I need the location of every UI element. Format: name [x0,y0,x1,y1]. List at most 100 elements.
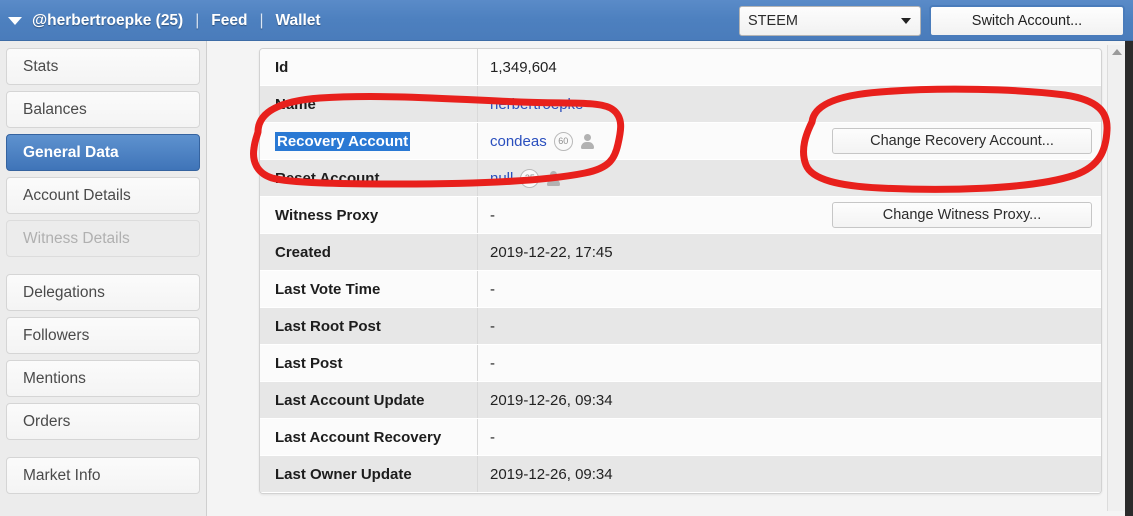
vertical-scrollbar[interactable] [1107,45,1125,511]
table-row-label-text: Last Account Update [275,391,425,409]
table-row-value: - [478,271,831,307]
table-row-value: 2019-12-26, 09:34 [478,456,831,492]
wallet-link[interactable]: Wallet [275,12,320,30]
main-content: Id 1,349,604 Name herbertroepke Recovery Acc… [207,41,1133,516]
sidebar: Stats Balances General Data Account Details… [0,41,207,516]
table-row: Last Account Recovery - [260,419,1101,456]
topbar-separator-1: | [195,11,200,29]
table-row-action [831,456,1101,492]
caret-down-icon[interactable] [8,16,22,25]
table-row-label-text: Last Vote Time [275,280,381,298]
table-row-label-text: Last Account Recovery [275,428,442,446]
network-select[interactable]: STEEM [739,5,921,36]
table-row-label: Name [260,86,478,122]
table-row: Last Vote Time - [260,271,1101,308]
table-row-label: Witness Proxy [260,197,478,233]
sidebar-item-balances[interactable]: Balances [6,91,200,128]
table-row-value: 2019-12-22, 17:45 [478,234,831,270]
table-row-action [831,308,1101,344]
table-row-action: Change Witness Proxy... [831,197,1101,233]
table-row-action [831,49,1101,85]
chevron-down-icon [901,17,911,24]
table-row-label: Last Root Post [260,308,478,344]
account-name-label[interactable]: @herbertroepke (25) [32,12,183,30]
table-row-value: - [478,419,831,455]
table-row-value-text: herbertroepke [490,95,584,113]
switch-account-button[interactable]: Switch Account... [929,4,1125,37]
app-window: @herbertroepke (25) | Feed | Wallet STEE… [0,0,1133,516]
table-row-label-text: Witness Proxy [275,206,379,224]
change-recovery-account-button[interactable]: Change Recovery Account... [832,128,1092,154]
table-row-value-text: condeas [490,132,547,150]
table-row-label: Reset Account [260,160,478,196]
switch-account-label: Switch Account... [971,12,1083,29]
table-row-value: - [478,308,831,344]
table-row: Created 2019-12-22, 17:45 [260,234,1101,271]
table-row-label: Created [260,234,478,270]
user-avatar-icon [546,170,561,186]
table-row-action [831,271,1101,307]
button-label: Change Recovery Account... [870,133,1054,149]
table-row-label: Last Owner Update [260,456,478,492]
table-row-label-text: Last Root Post [275,317,381,335]
table-row-label: Last Vote Time [260,271,478,307]
sidebar-item-label: Orders [23,412,71,430]
table-row-action: Change Recovery Account... [831,123,1101,159]
table-row-action [831,86,1101,122]
reputation-badge: 60 [553,131,573,151]
sidebar-item-followers[interactable]: Followers [6,317,200,354]
table-row-label: Last Post [260,345,478,381]
table-row-label-text: Last Owner Update [275,465,412,483]
sidebar-item-orders[interactable]: Orders [6,403,200,440]
topbar-left-group: @herbertroepke (25) | Feed | Wallet [8,0,321,41]
sidebar-item-label: General Data [23,143,119,161]
sidebar-item-label: Witness Details [23,229,130,247]
sidebar-item-general-data[interactable]: General Data [6,134,200,171]
table-row: Recovery Account condeas 60 Change Recovery… [260,123,1101,160]
button-label: Change Witness Proxy... [882,207,1042,223]
window-right-edge [1125,41,1133,516]
sidebar-item-mentions[interactable]: Mentions [6,360,200,397]
sidebar-item-market-info[interactable]: Market Info [6,457,200,494]
table-row-value-text: 2019-12-26, 09:34 [490,391,613,409]
user-avatar-icon [580,133,595,149]
change-witness-proxy-button[interactable]: Change Witness Proxy... [832,202,1092,228]
top-navigation-bar: @herbertroepke (25) | Feed | Wallet STEE… [0,0,1133,41]
table-row: Last Account Update 2019-12-26, 09:34 [260,382,1101,419]
table-row-action [831,160,1101,196]
table-row-value: 2019-12-26, 09:34 [478,382,831,418]
table-row-value[interactable]: herbertroepke [478,86,831,122]
general-data-table: Id 1,349,604 Name herbertroepke Recovery Acc… [259,48,1102,494]
table-row: Witness Proxy - Change Witness Proxy... [260,197,1101,234]
sidebar-item-witness-details: Witness Details [6,220,200,257]
table-row-value-text: - [490,317,495,335]
table-row-value-text: - [490,428,495,446]
table-row-action [831,345,1101,381]
sidebar-item-label: Account Details [23,186,131,204]
table-row-label-text: Created [275,243,331,261]
sidebar-item-stats[interactable]: Stats [6,48,200,85]
sidebar-group-divider [6,446,200,457]
table-row-value: - [478,345,831,381]
table-row-value: - [478,197,831,233]
sidebar-item-label: Mentions [23,369,86,387]
table-row: Last Root Post - [260,308,1101,345]
scroll-up-arrow-icon[interactable] [1111,49,1122,55]
sidebar-item-account-details[interactable]: Account Details [6,177,200,214]
table-row-value[interactable]: null 25 [478,160,831,196]
sidebar-item-delegations[interactable]: Delegations [6,274,200,311]
table-row-value-text: 2019-12-22, 17:45 [490,243,613,261]
topbar-separator-2: | [259,11,264,29]
sidebar-item-label: Delegations [23,283,105,301]
reputation-badge: 25 [520,168,540,188]
table-row-value-text: - [490,354,495,372]
table-row: Reset Account null 25 [260,160,1101,197]
feed-link[interactable]: Feed [211,12,247,30]
table-row-label-text: Name [275,95,316,113]
sidebar-item-label: Balances [23,100,87,118]
sidebar-item-label: Market Info [23,466,101,484]
table-row-value-text: 2019-12-26, 09:34 [490,465,613,483]
table-row-action [831,234,1101,270]
table-row-value[interactable]: condeas 60 [478,123,831,159]
table-row: Last Post - [260,345,1101,382]
